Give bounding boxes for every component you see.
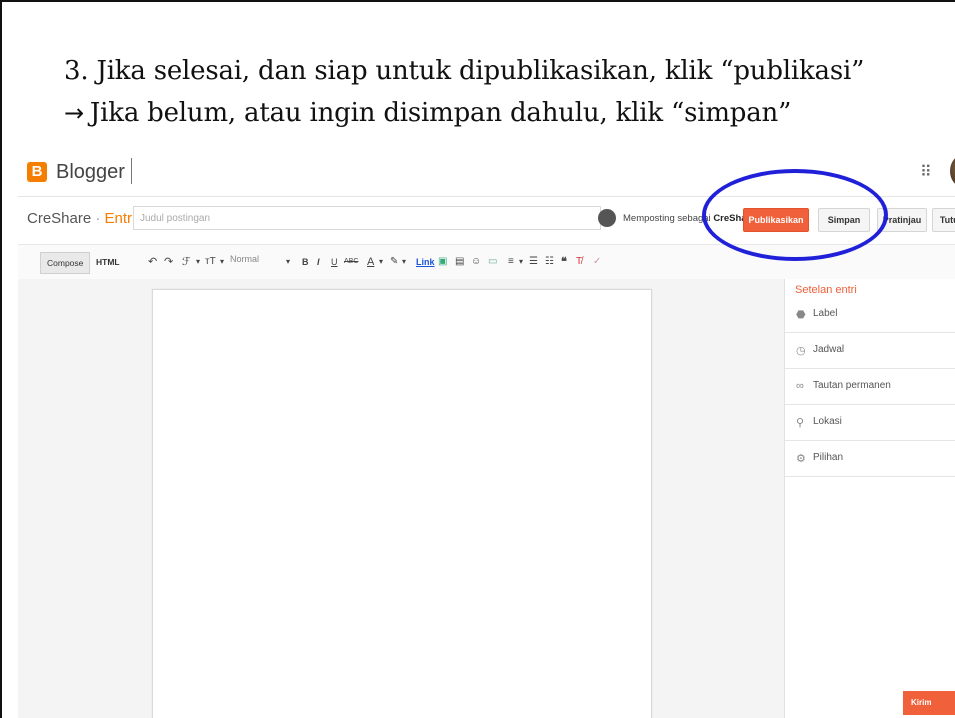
highlight-icon[interactable]: ✎: [390, 254, 398, 270]
sidebar-item-schedule[interactable]: ◷ Jadwal: [785, 333, 955, 369]
feedback-button[interactable]: Kirim masukan: [903, 691, 955, 715]
image-icon[interactable]: ▣: [438, 254, 447, 270]
sidebar-item-label[interactable]: ⬣ Label: [785, 297, 955, 333]
editor-header: CreShare · Entri Memposting sebagai CreS…: [18, 197, 955, 243]
video-icon[interactable]: ▤: [455, 254, 464, 270]
slide: 3. Jika selesai, dan siap untuk dipublik…: [0, 0, 955, 718]
bulleted-list-icon[interactable]: ☷: [545, 254, 554, 270]
post-title-input[interactable]: [133, 206, 601, 230]
save-button[interactable]: Simpan: [818, 208, 870, 232]
tab-html[interactable]: HTML: [90, 252, 126, 272]
font-size-dropdown-icon[interactable]: ▾: [220, 254, 224, 270]
arrow-icon: →: [64, 99, 84, 127]
jump-break-icon[interactable]: ▭: [488, 254, 497, 270]
quote-icon[interactable]: ❝: [561, 254, 567, 270]
poster-avatar: [598, 209, 616, 227]
tab-compose[interactable]: Compose: [40, 252, 91, 274]
undo-icon[interactable]: ↶: [148, 254, 157, 270]
sidebar-item-text: Lokasi: [813, 416, 842, 427]
font-family-dropdown-icon[interactable]: ▾: [196, 254, 200, 270]
clear-format-icon[interactable]: T̸: [576, 254, 582, 270]
clock-icon: ◷: [796, 345, 806, 357]
instruction-line-2-text: Jika belum, atau ingin disimpan dahulu, …: [89, 98, 792, 128]
post-settings-sidebar: Setelan entri ⬣ Label ◷ Jadwal ∞ Tautan …: [784, 279, 955, 718]
posting-as: Memposting sebagai CreShare: [623, 213, 756, 224]
sidebar-heading: Setelan entri: [795, 284, 857, 296]
app-name[interactable]: Blogger: [56, 161, 125, 184]
format-dropdown-icon[interactable]: ▾: [286, 254, 290, 270]
sidebar-item-options[interactable]: ⚙ Pilihan: [785, 441, 955, 477]
posting-as-label: Memposting sebagai: [623, 213, 711, 224]
section-name: Entri: [104, 210, 136, 227]
avatar[interactable]: [950, 156, 955, 186]
strikethrough-button[interactable]: ABC: [344, 254, 358, 270]
emoji-icon[interactable]: ☺: [471, 254, 481, 270]
sidebar-item-text: Tautan permanen: [813, 380, 891, 391]
font-family-icon[interactable]: ℱ: [182, 254, 191, 270]
publish-button[interactable]: Publikasikan: [743, 208, 809, 232]
sidebar-item-text: Label: [813, 308, 838, 319]
link-button[interactable]: Link: [416, 254, 435, 270]
gear-icon: ⚙: [796, 453, 806, 465]
location-icon: ⚲: [796, 417, 805, 429]
font-size-icon[interactable]: тT: [205, 254, 216, 270]
link-icon: ∞: [796, 380, 804, 392]
text-color-icon[interactable]: A: [367, 254, 374, 270]
text-color-dropdown-icon[interactable]: ▾: [379, 254, 383, 270]
underline-button[interactable]: U: [331, 254, 338, 270]
spellcheck-icon[interactable]: ✓: [593, 254, 601, 270]
bold-button[interactable]: B: [302, 254, 309, 270]
format-select[interactable]: Normal: [230, 254, 290, 264]
italic-button[interactable]: I: [317, 254, 320, 270]
sidebar-item-permalink[interactable]: ∞ Tautan permanen: [785, 369, 955, 405]
align-dropdown-icon[interactable]: ▾: [519, 254, 523, 270]
highlight-dropdown-icon[interactable]: ▾: [402, 254, 406, 270]
top-bar: B Blogger ⠿: [18, 144, 955, 197]
blogger-screenshot: B Blogger ⠿ CreShare · Entri Memposting …: [18, 144, 955, 718]
redo-icon[interactable]: ↷: [164, 254, 173, 270]
breadcrumb-separator: ·: [91, 210, 105, 227]
instruction-line-2: → Jika belum, atau ingin disimpan dahulu,…: [64, 98, 791, 128]
post-body-editor[interactable]: [152, 289, 652, 718]
sidebar-item-text: Pilihan: [813, 452, 844, 463]
instruction-line-1: 3. Jika selesai, dan siap untuk dipublik…: [64, 56, 865, 86]
preview-button[interactable]: Pratinjau: [877, 208, 927, 232]
editor-toolbar: Compose HTML ↶ ↷ ℱ ▾ тT ▾ Normal ▾ B I U…: [18, 244, 955, 280]
blogger-logo-icon[interactable]: B: [27, 162, 47, 182]
close-button[interactable]: Tutup: [932, 208, 955, 232]
divider: [131, 158, 132, 184]
blog-name[interactable]: CreShare: [27, 210, 91, 227]
sidebar-item-location[interactable]: ⚲ Lokasi: [785, 405, 955, 441]
numbered-list-icon[interactable]: ☰: [529, 254, 538, 270]
apps-grid-icon[interactable]: ⠿: [920, 162, 932, 182]
label-icon: ⬣: [796, 309, 806, 321]
align-icon[interactable]: ≡: [508, 254, 514, 270]
breadcrumb: CreShare · Entri: [27, 210, 135, 227]
sidebar-item-text: Jadwal: [813, 344, 845, 355]
